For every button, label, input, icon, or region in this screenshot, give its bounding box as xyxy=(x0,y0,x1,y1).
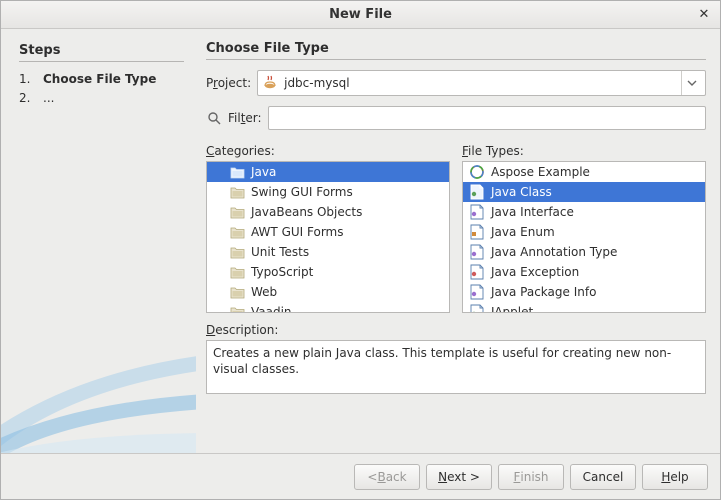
category-item[interactable]: TypoScript xyxy=(207,262,449,282)
steps-heading: Steps xyxy=(19,43,184,62)
filetype-icon xyxy=(469,264,485,280)
category-item[interactable]: Unit Tests xyxy=(207,242,449,262)
filetype-icon xyxy=(469,304,485,313)
filetype-item[interactable]: Java Interface xyxy=(463,202,705,222)
filetype-item[interactable]: Java Package Info xyxy=(463,282,705,302)
folder-icon xyxy=(229,304,245,313)
filetype-label: Java Interface xyxy=(491,205,574,219)
categories-column: Categories: Java Swing GUI Forms JavaBeans… xyxy=(206,144,450,313)
folder-icon xyxy=(229,164,245,180)
category-label: TypoScript xyxy=(251,265,313,279)
categories-listbox[interactable]: Java Swing GUI Forms JavaBeans Objects AWT … xyxy=(206,161,450,313)
category-item[interactable]: Swing GUI Forms xyxy=(207,182,449,202)
window-title: New File xyxy=(329,7,392,22)
category-label: AWT GUI Forms xyxy=(251,225,343,239)
button-bar: < Back Next > Finish Cancel Help xyxy=(1,453,720,499)
filetype-label: Java Class xyxy=(491,185,552,199)
folder-icon xyxy=(229,204,245,220)
filter-input[interactable] xyxy=(268,106,706,130)
filetype-label: Java Annotation Type xyxy=(491,245,617,259)
project-value: jdbc-mysql xyxy=(284,76,681,90)
lists-row: Categories: Java Swing GUI Forms JavaBeans… xyxy=(206,144,706,313)
project-select[interactable]: jdbc-mysql xyxy=(257,70,706,96)
filetypes-listbox[interactable]: Aspose Example Java Class Java Interface Ja… xyxy=(462,161,706,313)
category-label: Web xyxy=(251,285,277,299)
filetype-label: Java Package Info xyxy=(491,285,596,299)
description-label: Description: xyxy=(206,323,706,337)
dialog-body: Steps 1. Choose File Type 2. ... Choose … xyxy=(1,29,720,453)
filetype-item[interactable]: Java Enum xyxy=(463,222,705,242)
filetypes-label: File Types: xyxy=(462,144,706,158)
filetype-icon xyxy=(469,284,485,300)
category-label: Java xyxy=(251,165,276,179)
decorative-swoosh xyxy=(1,313,196,453)
step-number: 2. xyxy=(19,89,33,108)
next-button[interactable]: Next > xyxy=(426,464,492,490)
java-project-icon xyxy=(262,75,278,91)
titlebar: New File ✕ xyxy=(1,1,720,29)
description-text: Creates a new plain Java class. This tem… xyxy=(213,346,671,376)
category-label: Unit Tests xyxy=(251,245,309,259)
filetype-item[interactable]: Aspose Example xyxy=(463,162,705,182)
folder-icon xyxy=(229,224,245,240)
category-label: Swing GUI Forms xyxy=(251,185,353,199)
folder-icon xyxy=(229,264,245,280)
category-label: JavaBeans Objects xyxy=(251,205,362,219)
filter-row: Filter: xyxy=(206,106,706,130)
folder-icon xyxy=(229,184,245,200)
filetype-icon xyxy=(469,204,485,220)
chevron-down-icon[interactable] xyxy=(681,71,701,95)
folder-icon xyxy=(229,244,245,260)
description-box: Creates a new plain Java class. This tem… xyxy=(206,340,706,394)
categories-label: Categories: xyxy=(206,144,450,158)
step-label: Choose File Type xyxy=(43,70,156,89)
search-icon xyxy=(206,110,222,126)
filetype-icon xyxy=(469,244,485,260)
step-1: 1. Choose File Type xyxy=(19,70,184,89)
filter-label: Filter: xyxy=(228,111,262,125)
category-item[interactable]: Web xyxy=(207,282,449,302)
filetype-label: Aspose Example xyxy=(491,165,590,179)
filetype-icon xyxy=(469,224,485,240)
filetype-icon xyxy=(469,184,485,200)
filetype-item[interactable]: Java Exception xyxy=(463,262,705,282)
project-row: Project: jdbc-mysql xyxy=(206,70,706,96)
steps-panel: Steps 1. Choose File Type 2. ... xyxy=(1,29,196,453)
filetype-label: Java Exception xyxy=(491,265,579,279)
filetype-item[interactable]: Java Annotation Type xyxy=(463,242,705,262)
category-item[interactable]: Java xyxy=(207,162,449,182)
category-label: Vaadin xyxy=(251,305,292,313)
category-item[interactable]: AWT GUI Forms xyxy=(207,222,449,242)
step-2: 2. ... xyxy=(19,89,184,108)
help-button[interactable]: Help xyxy=(642,464,708,490)
new-file-dialog: New File ✕ Steps 1. Choose File Type 2. … xyxy=(0,0,721,500)
close-icon[interactable]: ✕ xyxy=(696,6,712,22)
step-label: ... xyxy=(43,89,54,108)
cancel-button[interactable]: Cancel xyxy=(570,464,636,490)
step-number: 1. xyxy=(19,70,33,89)
filetype-label: JApplet xyxy=(491,305,533,313)
steps-list: 1. Choose File Type 2. ... xyxy=(19,70,184,108)
project-label: Project: xyxy=(206,76,251,90)
main-panel: Choose File Type Project: jdbc-mysql Fil… xyxy=(196,29,720,453)
category-item[interactable]: Vaadin xyxy=(207,302,449,313)
filetypes-column: File Types: Aspose Example Java Class Java… xyxy=(462,144,706,313)
category-item[interactable]: JavaBeans Objects xyxy=(207,202,449,222)
filetype-item[interactable]: Java Class xyxy=(463,182,705,202)
back-button: < Back xyxy=(354,464,420,490)
filetype-item[interactable]: JApplet xyxy=(463,302,705,313)
finish-button: Finish xyxy=(498,464,564,490)
filetype-label: Java Enum xyxy=(491,225,555,239)
filetype-icon xyxy=(469,164,485,180)
folder-icon xyxy=(229,284,245,300)
section-heading: Choose File Type xyxy=(206,41,706,60)
